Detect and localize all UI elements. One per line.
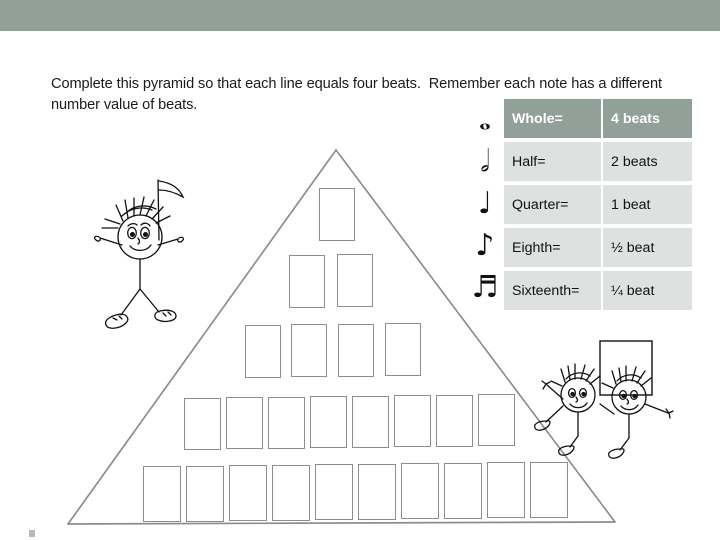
answer-box[interactable] [289, 255, 325, 308]
answer-box[interactable] [268, 397, 305, 449]
sixteenth-note-icon: ♬ [471, 270, 499, 305]
note-name-cell: Quarter= [504, 185, 601, 224]
answer-box[interactable] [226, 397, 263, 449]
half-note-icon: 𝅗𝅥 [480, 144, 490, 179]
note-name-cell: Whole= [504, 99, 601, 138]
table-row: Sixteenth= ¼ beat [504, 271, 692, 310]
answer-box[interactable] [401, 463, 439, 519]
stick-figure-right-second [599, 365, 674, 459]
note-value-cell: 1 beat [603, 185, 692, 224]
note-value-cell: ¼ beat [603, 271, 692, 310]
quarter-note-icon: ♩ [477, 186, 493, 221]
answer-box[interactable] [478, 394, 515, 446]
answer-box[interactable] [229, 465, 267, 521]
answer-box[interactable] [315, 464, 353, 520]
answer-box[interactable] [530, 462, 568, 518]
answer-box[interactable] [186, 466, 224, 522]
answer-box[interactable] [394, 395, 431, 447]
answer-box[interactable] [337, 254, 373, 307]
answer-box[interactable] [338, 324, 374, 377]
note-name-cell: Half= [504, 142, 601, 181]
table-row: Half= 2 beats [504, 142, 692, 181]
answer-box[interactable] [143, 466, 181, 522]
table-row: Whole= 4 beats [504, 99, 692, 138]
note-symbol-column: 𝅝 𝅗𝅥 ♩ ♪ ♬ [468, 99, 502, 311]
note-value-cell: 4 beats [603, 99, 692, 138]
answer-box[interactable] [245, 325, 281, 378]
table-row: Eighth= ½ beat [504, 228, 692, 267]
answer-box[interactable] [436, 395, 473, 447]
answer-box[interactable] [310, 396, 347, 448]
eighth-note-icon: ♪ [475, 228, 495, 263]
answer-box[interactable] [444, 463, 482, 519]
stick-figure-left [93, 179, 185, 329]
answer-box[interactable] [184, 398, 221, 450]
corner-marker [29, 530, 35, 537]
whole-note-icon: 𝅝 [479, 102, 491, 137]
answer-box[interactable] [487, 462, 525, 518]
worksheet-slide: Complete this pyramid so that each line … [0, 0, 720, 540]
note-value-cell: 2 beats [603, 142, 692, 181]
stick-figure-right-pair [533, 340, 653, 456]
answer-box[interactable] [319, 188, 355, 241]
answer-box[interactable] [358, 464, 396, 520]
table-row: Quarter= 1 beat [504, 185, 692, 224]
note-name-cell: Eighth= [504, 228, 601, 267]
answer-box[interactable] [272, 465, 310, 521]
answer-box[interactable] [385, 323, 421, 376]
note-value-table: Whole= 4 beats Half= 2 beats Quarter= 1 … [504, 99, 692, 311]
answer-box[interactable] [352, 396, 389, 448]
decorative-top-band [0, 0, 720, 31]
answer-box[interactable] [291, 324, 327, 377]
note-value-cell: ½ beat [603, 228, 692, 267]
note-name-cell: Sixteenth= [504, 271, 601, 310]
